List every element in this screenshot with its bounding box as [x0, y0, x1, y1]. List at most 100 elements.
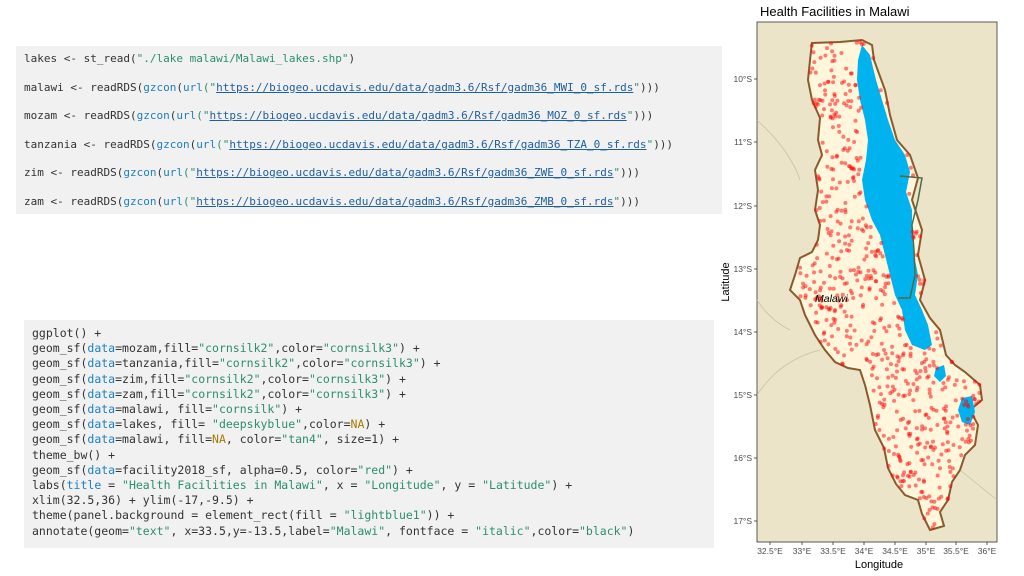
facility-point — [901, 394, 906, 398]
facility-point — [882, 348, 886, 352]
x-tick-label: 36°E — [978, 546, 997, 556]
facility-point — [923, 413, 928, 417]
facility-point — [829, 68, 834, 73]
facility-point — [918, 369, 923, 373]
facility-point — [832, 112, 837, 117]
facility-point — [825, 46, 829, 51]
facility-point — [920, 427, 924, 432]
facility-point — [830, 334, 834, 339]
facility-point — [829, 108, 834, 113]
facility-point — [877, 428, 882, 432]
facility-point — [880, 302, 885, 307]
facility-point — [920, 490, 925, 495]
facility-point — [952, 382, 957, 387]
facility-point — [813, 70, 818, 75]
facility-point — [880, 402, 885, 406]
facility-point — [822, 81, 827, 86]
facility-point — [900, 316, 904, 321]
facility-point — [801, 281, 806, 286]
facility-point — [850, 291, 854, 296]
facility-point — [886, 464, 891, 468]
facility-point — [844, 328, 849, 333]
map-panel: Malawi — [756, 21, 998, 543]
facility-point — [879, 316, 883, 321]
facility-point — [937, 485, 942, 490]
facility-point — [950, 360, 954, 365]
facility-point — [903, 426, 908, 431]
facility-point — [890, 473, 895, 478]
facility-point — [843, 234, 848, 239]
facility-point — [835, 207, 840, 212]
facility-point — [893, 444, 898, 449]
facility-point — [896, 359, 901, 364]
facility-point — [861, 302, 866, 307]
facility-point — [876, 413, 880, 418]
facility-point — [923, 445, 928, 450]
facility-point — [822, 107, 826, 112]
facility-point — [848, 323, 853, 328]
facility-point — [856, 265, 861, 270]
facility-point — [831, 125, 835, 130]
facility-point — [961, 379, 966, 384]
facility-point — [832, 93, 837, 98]
y-tick-label: 15°S — [733, 390, 752, 400]
facility-point — [972, 397, 977, 402]
facility-point — [895, 428, 900, 433]
facility-point — [817, 176, 822, 181]
facility-point — [951, 443, 956, 447]
y-tick-label: 10°S — [733, 74, 752, 84]
facility-point — [908, 351, 913, 356]
facility-point — [801, 285, 806, 290]
facility-point — [927, 391, 932, 396]
facility-point — [818, 269, 823, 274]
facility-point — [870, 352, 875, 356]
facility-point — [953, 398, 958, 403]
facility-point — [876, 248, 881, 253]
facility-point — [905, 381, 910, 386]
facility-point — [890, 344, 895, 349]
facility-point — [907, 484, 912, 489]
facility-point — [831, 177, 835, 182]
facility-point — [843, 241, 848, 246]
facility-point — [925, 440, 930, 445]
facility-point — [848, 268, 853, 273]
facility-point — [846, 82, 851, 87]
facility-point — [858, 155, 863, 160]
facility-point — [863, 277, 868, 282]
facility-point — [894, 409, 899, 414]
facility-point — [830, 98, 835, 103]
facility-point — [917, 408, 922, 413]
facility-point — [948, 469, 953, 474]
facility-point — [818, 55, 823, 60]
facility-point — [955, 413, 960, 418]
facility-point — [830, 116, 835, 121]
facility-point — [901, 473, 905, 478]
facility-point — [956, 424, 961, 429]
facility-point — [951, 474, 956, 479]
facility-point — [874, 353, 879, 357]
facility-point — [812, 261, 817, 266]
facility-point — [798, 294, 803, 299]
facility-point — [845, 179, 850, 184]
facility-point — [891, 435, 896, 439]
facility-point — [871, 56, 876, 61]
facility-point — [825, 164, 830, 169]
facility-point — [974, 401, 979, 406]
facility-point — [925, 511, 930, 516]
facility-point — [934, 330, 939, 335]
facility-point — [890, 351, 895, 356]
facility-point — [944, 448, 949, 453]
facility-point — [932, 363, 936, 368]
facility-point — [914, 371, 919, 376]
facility-point — [843, 92, 848, 96]
facility-point — [851, 296, 856, 300]
facility-point — [908, 470, 913, 475]
facility-point — [881, 273, 886, 278]
facility-point — [905, 462, 910, 467]
facility-point — [824, 318, 829, 322]
facility-point — [803, 293, 808, 298]
facility-point — [834, 257, 839, 262]
facility-point — [901, 353, 905, 358]
facility-point — [859, 42, 864, 47]
facility-point — [868, 274, 873, 278]
